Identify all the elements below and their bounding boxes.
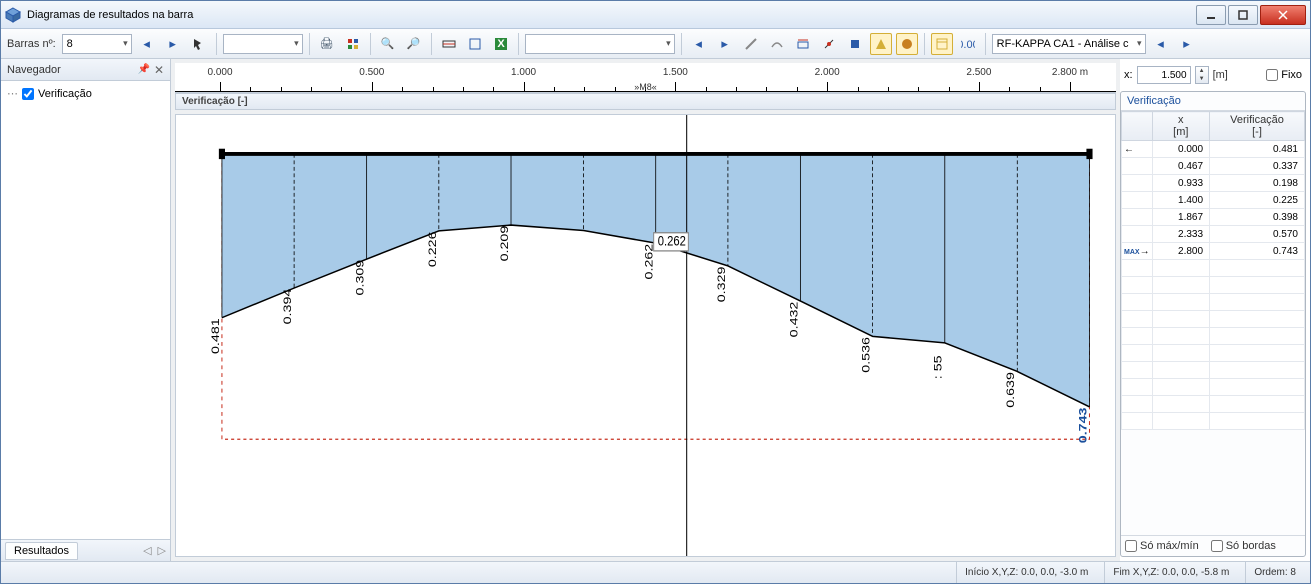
only-maxmin-label: Só máx/mín	[1140, 540, 1199, 552]
x-input[interactable]	[1137, 66, 1191, 84]
tree-item-verification[interactable]: ⋯ Verificação	[7, 87, 164, 100]
right-panel: x: ▲▼ [m] Fixo Verificação x[m] Verifica…	[1120, 59, 1310, 561]
pin-icon[interactable]: 📌	[137, 64, 149, 75]
svg-text:0.309: 0.309	[353, 260, 366, 296]
x-unit: [m]	[1213, 69, 1228, 81]
svg-text:0.226: 0.226	[425, 231, 438, 267]
status-end: Fim X,Y,Z: 0.0, 0.0, -5.8 m	[1104, 562, 1237, 583]
tree-expand-icon: ⋯	[7, 87, 18, 100]
tool-9[interactable]: 0.00	[957, 33, 979, 55]
table-row[interactable]: ←0.0000.481	[1122, 141, 1305, 158]
svg-text:0.394: 0.394	[281, 289, 294, 325]
tool-2[interactable]	[766, 33, 788, 55]
table-row[interactable]: 2.3330.570	[1122, 226, 1305, 243]
svg-text:0.329: 0.329	[714, 267, 727, 303]
tool-3[interactable]	[792, 33, 814, 55]
navigator-close-button[interactable]: ✕	[154, 63, 164, 77]
only-edges-label: Só bordas	[1226, 540, 1276, 552]
svg-text:0.743: 0.743	[1076, 408, 1089, 444]
app-icon	[5, 7, 21, 23]
zoom-out-button[interactable]: 🔎	[403, 33, 425, 55]
results-grid-panel: Verificação x[m] Verificação[-] ←0.0000.…	[1120, 91, 1306, 557]
status-bar: Início X,Y,Z: 0.0, 0.0, -3.0 m Fim X,Y,Z…	[1, 561, 1310, 583]
tool-7[interactable]	[896, 33, 918, 55]
ruler-marker: »M8«	[634, 82, 657, 92]
results-combo[interactable]	[525, 34, 675, 54]
tab-next-icon[interactable]: ▷	[158, 544, 166, 557]
plot-area: 0.0000.5001.0001.5002.0002.5002.800 m »M…	[171, 59, 1120, 561]
svg-text:0.639: 0.639	[1004, 372, 1017, 408]
module-combo[interactable]: RF-KAPPA CA1 - Análise c	[992, 34, 1146, 54]
settings-button[interactable]	[342, 33, 364, 55]
minimize-button[interactable]	[1196, 5, 1226, 25]
nav-prev-button[interactable]: ▸	[714, 33, 736, 55]
navigator-title: Navegador	[7, 64, 61, 76]
tool-5[interactable]	[844, 33, 866, 55]
prev-bar-button[interactable]: ◂	[136, 33, 158, 55]
only-maxmin-checkbox[interactable]	[1125, 540, 1137, 552]
nav-first-button[interactable]: ◂	[688, 33, 710, 55]
table-row[interactable]: 0.9330.198	[1122, 175, 1305, 192]
table-row[interactable]: MAX→2.8000.743	[1122, 243, 1305, 260]
results-grid[interactable]: x[m] Verificação[-] ←0.0000.4810.4670.33…	[1121, 111, 1305, 535]
title-bar: Diagramas de resultados na barra	[1, 1, 1310, 29]
svg-text:X: X	[497, 38, 505, 50]
status-start: Início X,Y,Z: 0.0, 0.0, -3.0 m	[956, 562, 1096, 583]
fixo-checkbox[interactable]	[1266, 69, 1278, 81]
tool-6[interactable]	[870, 33, 892, 55]
ruler: 0.0000.5001.0001.5002.0002.5002.800 m »M…	[175, 63, 1116, 93]
print-button[interactable]: 🖨	[316, 33, 338, 55]
svg-text:0.432: 0.432	[787, 302, 800, 338]
bar-label: Barras nº:	[7, 38, 56, 50]
status-order: Ordem: 8	[1245, 562, 1304, 583]
x-spinner[interactable]: ▲▼	[1195, 66, 1209, 84]
only-edges-checkbox[interactable]	[1211, 540, 1223, 552]
status-blank	[7, 562, 948, 583]
tool-8[interactable]	[931, 33, 953, 55]
display-combo[interactable]	[223, 34, 303, 54]
svg-text:0.00: 0.00	[961, 39, 975, 51]
tree-checkbox[interactable]	[22, 88, 34, 100]
navigator-header: Navegador 📌 ✕	[1, 59, 170, 81]
results-tab[interactable]: Resultados	[5, 542, 78, 560]
fixo-label: Fixo	[1281, 69, 1302, 81]
module-prev-button[interactable]: ◂	[1150, 33, 1172, 55]
x-label: x:	[1124, 69, 1133, 81]
svg-text:0.262: 0.262	[658, 232, 686, 249]
close-button[interactable]	[1260, 5, 1306, 25]
navigator-panel: Navegador 📌 ✕ ⋯ Verificação Resultados ◁…	[1, 59, 171, 561]
pick-bar-button[interactable]	[188, 33, 210, 55]
excel-button[interactable]: X	[490, 33, 512, 55]
svg-text:: 55: : 55	[931, 355, 944, 379]
toolbar: Barras nº: 8 ◂ ▸ 🖨 🔍 🔎 X ◂ ▸ 0.00 RF-KAP…	[1, 29, 1310, 59]
window-title: Diagramas de resultados na barra	[27, 9, 1196, 21]
view-button-2[interactable]	[464, 33, 486, 55]
next-bar-button[interactable]: ▸	[162, 33, 184, 55]
table-row[interactable]: 1.8670.398	[1122, 209, 1305, 226]
svg-text:0.481: 0.481	[208, 318, 221, 354]
grid-title: Verificação	[1121, 92, 1305, 111]
tool-1[interactable]	[740, 33, 762, 55]
x-input-row: x: ▲▼ [m] Fixo	[1120, 63, 1306, 87]
table-row[interactable]: 1.4000.225	[1122, 192, 1305, 209]
tree-item-label: Verificação	[38, 88, 92, 100]
module-next-button[interactable]: ▸	[1176, 33, 1198, 55]
tab-prev-icon[interactable]: ◁	[143, 544, 151, 557]
plot-title: Verificação [-]	[175, 93, 1116, 110]
svg-text:0.536: 0.536	[859, 337, 872, 373]
view-button-1[interactable]	[438, 33, 460, 55]
plot-canvas[interactable]: 0.481 0.394 0.309 0.226 0.209 0.262 0.329 0.432…	[175, 114, 1116, 557]
bar-number-combo[interactable]: 8	[62, 34, 132, 54]
zoom-in-button[interactable]: 🔍	[377, 33, 399, 55]
maximize-button[interactable]	[1228, 5, 1258, 25]
tool-4[interactable]	[818, 33, 840, 55]
svg-text:0.209: 0.209	[497, 226, 510, 262]
table-row[interactable]: 0.4670.337	[1122, 158, 1305, 175]
